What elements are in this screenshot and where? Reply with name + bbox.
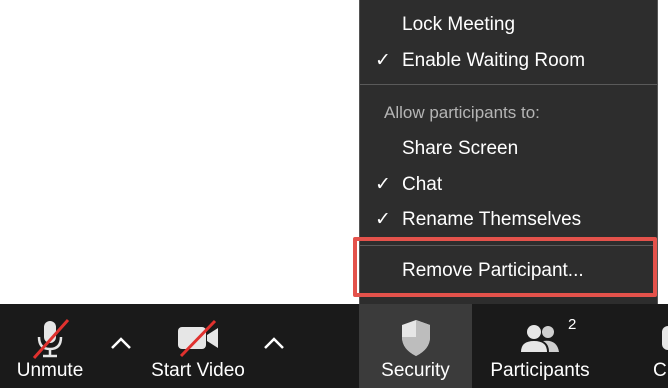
caret-up-icon[interactable] <box>261 334 287 354</box>
start-video-label: Start Video <box>151 360 245 381</box>
menu-item-label: Chat <box>402 174 443 195</box>
menu-item-lock-meeting[interactable]: Lock Meeting <box>360 8 657 42</box>
menu-item-label: Enable Waiting Room <box>402 50 586 71</box>
menu-item-label: Lock Meeting <box>402 14 516 35</box>
participants-button[interactable]: 2 Participants <box>480 304 600 388</box>
menu-item-label: Rename Themselves <box>402 209 582 230</box>
security-menu: Lock Meeting ✓ Enable Waiting Room Allow… <box>359 0 658 304</box>
menu-divider <box>360 245 657 246</box>
menu-item-remove-participant[interactable]: Remove Participant... <box>360 254 657 288</box>
microphone-muted-icon <box>28 316 72 365</box>
unmute-button[interactable]: Unmute <box>0 304 100 388</box>
security-button[interactable]: Security <box>359 304 472 388</box>
security-label: Security <box>381 360 450 381</box>
menu-item-enable-waiting-room[interactable]: ✓ Enable Waiting Room <box>360 44 657 78</box>
menu-item-label: Share Screen <box>402 138 519 159</box>
checkmark-icon: ✓ <box>375 174 391 195</box>
menu-item-chat[interactable]: ✓ Chat <box>360 168 657 202</box>
menu-item-rename-themselves[interactable]: ✓ Rename Themselves <box>360 203 657 237</box>
section-header-label: Allow participants to: <box>384 103 540 122</box>
checkmark-icon: ✓ <box>375 209 391 230</box>
menu-item-label: Remove Participant... <box>402 260 584 281</box>
chat-icon <box>660 316 668 365</box>
menu-item-share-screen[interactable]: Share Screen <box>360 132 657 166</box>
chat-label: C <box>653 360 667 381</box>
video-muted-icon <box>175 316 221 365</box>
participants-count-badge: 2 <box>568 316 577 333</box>
checkmark-icon: ✓ <box>375 50 391 71</box>
unmute-label: Unmute <box>16 360 84 381</box>
chat-button[interactable]: C <box>644 304 668 388</box>
menu-divider <box>360 84 657 85</box>
caret-up-icon[interactable] <box>108 334 134 354</box>
shield-icon <box>396 316 436 365</box>
menu-section-header: Allow participants to: <box>360 96 657 130</box>
participants-label: Participants <box>490 360 590 381</box>
start-video-button[interactable]: Start Video <box>140 304 256 388</box>
meeting-toolbar: Unmute Start Video Security 2 Participan… <box>0 304 668 388</box>
participants-icon <box>517 316 563 365</box>
